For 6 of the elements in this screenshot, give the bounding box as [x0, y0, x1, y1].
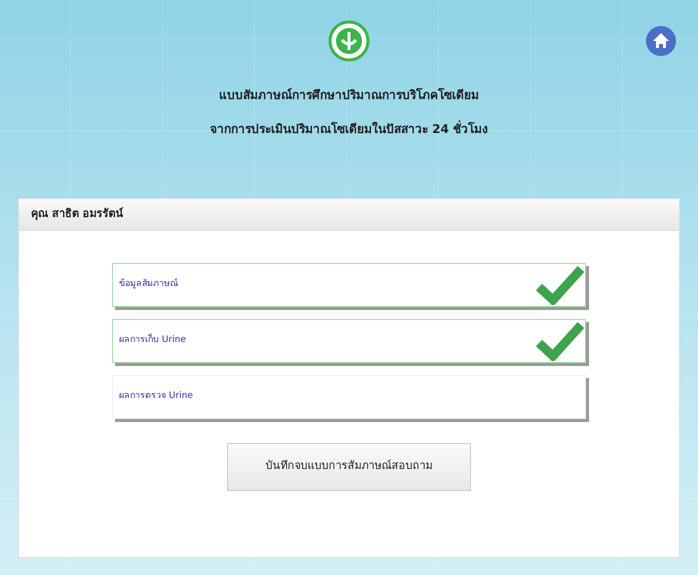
page-subtitle: จากการประเมินปริมาณโซเดียมในปัสสาวะ 24 ชั่วโมง — [210, 120, 488, 138]
home-icon[interactable] — [646, 26, 676, 56]
logo-icon — [328, 20, 370, 62]
save-button[interactable]: บันทึกจบแบบการสัมภาษณ์สอบถาม — [227, 442, 471, 490]
page-title: แบบสัมภาษณ์การศึกษาปริมาณการบริโภคโซเดียม — [219, 86, 479, 104]
person-name: คุณ สาธิต อมรรัตน์ — [19, 199, 679, 230]
